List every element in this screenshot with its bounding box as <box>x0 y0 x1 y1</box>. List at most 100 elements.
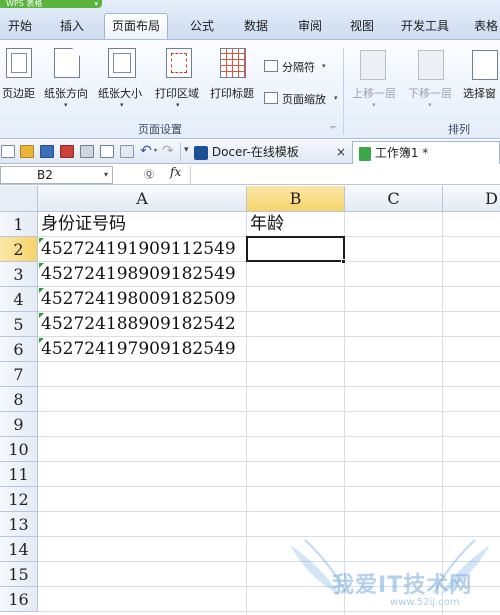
chevron-down-icon[interactable]: ▾ <box>64 101 68 109</box>
customize-toolbar-icon[interactable]: ▾ <box>184 145 189 155</box>
column-header-a[interactable]: A <box>38 186 247 212</box>
tab-table[interactable]: 表格 <box>470 14 500 38</box>
column-header-d[interactable]: D <box>443 186 500 212</box>
tab-developer[interactable]: 开发工具 <box>398 14 452 38</box>
cell-a4[interactable]: 452724198009182509 <box>41 287 236 312</box>
row-header[interactable]: 16 <box>0 587 38 612</box>
spreadsheet-window: WPS 表格 ▾ 开始 插入 页面布局 公式 数据 审阅 视图 开发工具 表格 … <box>0 0 500 615</box>
fill-handle[interactable] <box>341 259 346 264</box>
tab-view[interactable]: 视图 <box>346 14 378 38</box>
bring-forward-icon <box>360 50 386 80</box>
chevron-down-icon[interactable]: ▾ <box>334 94 338 102</box>
gridline <box>38 611 500 612</box>
select-all-corner[interactable] <box>0 186 38 212</box>
print-titles-button[interactable]: 打印标题 <box>210 85 254 101</box>
row-header[interactable]: 11 <box>0 462 38 487</box>
print-icon[interactable] <box>80 145 94 158</box>
page-scale-icon[interactable] <box>264 92 278 104</box>
doc-tab-docer-label: Docer-在线模板 <box>211 145 299 159</box>
tab-home[interactable]: 开始 <box>4 14 36 38</box>
paper-size-icon[interactable] <box>108 48 136 78</box>
chevron-down-icon[interactable]: ▾ <box>120 101 124 109</box>
format-painter-icon[interactable] <box>120 145 134 158</box>
cell-a3[interactable]: 452724198909182549 <box>41 262 236 287</box>
close-icon[interactable]: × <box>336 141 346 164</box>
quick-access-bar: ↶ ▾ ↷ ▾ Docer-在线模板 × 工作簿1 * <box>0 140 500 164</box>
cell-a6[interactable]: 452724197909182549 <box>41 337 236 362</box>
tab-review[interactable]: 审阅 <box>294 14 326 38</box>
docer-icon <box>194 145 208 160</box>
dialog-launcher-icon[interactable]: ⌐ <box>330 123 337 132</box>
doc-tab-docer[interactable]: Docer-在线模板 × <box>190 141 350 164</box>
chevron-down-icon: ▾ <box>94 0 98 8</box>
margins-button[interactable]: 页边距 <box>2 85 35 101</box>
export-pdf-icon[interactable] <box>60 145 74 158</box>
chevron-down-icon[interactable]: ▾ <box>176 101 180 109</box>
margins-icon[interactable] <box>6 48 32 78</box>
row-header[interactable]: 6 <box>0 337 38 362</box>
tab-page-layout[interactable]: 页面布局 <box>104 13 168 39</box>
column-header-c[interactable]: C <box>345 186 443 212</box>
cell-a5[interactable]: 452724188909182542 <box>41 312 236 337</box>
gridline <box>246 212 247 615</box>
open-folder-icon[interactable] <box>20 145 34 158</box>
doc-tab-workbook-label: 工作簿1 * <box>374 146 429 160</box>
cell-a2[interactable]: 452724191909112549 <box>41 237 236 262</box>
undo-icon[interactable]: ↶ <box>140 143 152 159</box>
row-header[interactable]: 8 <box>0 387 38 412</box>
orientation-button[interactable]: 纸张方向 <box>44 85 88 101</box>
row-header[interactable]: 5 <box>0 312 38 337</box>
save-icon[interactable] <box>40 145 54 158</box>
selection-pane-icon[interactable] <box>472 50 498 80</box>
chevron-down-icon[interactable]: ▾ <box>104 167 108 183</box>
row-header[interactable]: 13 <box>0 512 38 537</box>
name-box-value: B2 <box>37 168 53 182</box>
redo-icon: ↷ <box>162 143 174 159</box>
tab-insert[interactable]: 插入 <box>56 14 88 38</box>
gridline <box>344 212 345 615</box>
row-header[interactable]: 10 <box>0 437 38 462</box>
chevron-down-icon[interactable]: ▾ <box>322 62 326 70</box>
row-header[interactable]: 4 <box>0 287 38 312</box>
name-box[interactable]: B2 ▾ <box>0 166 113 184</box>
cell-b1[interactable]: 年龄 <box>250 212 284 237</box>
row-header[interactable]: 3 <box>0 262 38 287</box>
zoom-formula-icon[interactable]: Ⓠ <box>144 166 154 181</box>
gridline <box>38 561 500 562</box>
print-preview-icon[interactable] <box>100 145 114 158</box>
print-area-icon[interactable] <box>166 48 192 78</box>
new-file-icon[interactable] <box>1 145 15 158</box>
gridline <box>442 212 443 615</box>
app-menu-button[interactable]: WPS 表格 ▾ <box>0 0 102 8</box>
row-header[interactable]: 1 <box>0 212 38 237</box>
print-area-button[interactable]: 打印区域 <box>155 85 199 101</box>
chevron-down-icon: ▾ <box>428 101 432 109</box>
row-header[interactable]: 14 <box>0 537 38 562</box>
column-header-b[interactable]: B <box>247 186 345 212</box>
row-header[interactable]: 2 <box>0 237 38 262</box>
breaks-button[interactable]: 分隔符 <box>282 59 315 75</box>
send-backward-icon <box>418 50 444 80</box>
row-header[interactable]: 12 <box>0 487 38 512</box>
insert-function-icon[interactable]: fx <box>170 165 181 179</box>
row-header[interactable]: 9 <box>0 412 38 437</box>
paper-size-button[interactable]: 纸张大小 <box>98 85 142 101</box>
row-header[interactable]: 15 <box>0 562 38 587</box>
doc-tab-workbook[interactable]: 工作簿1 * <box>352 141 500 164</box>
cell-a1[interactable]: 身份证号码 <box>41 212 126 237</box>
gridline <box>38 386 500 387</box>
chevron-down-icon[interactable]: ▾ <box>154 147 157 154</box>
tab-formulas[interactable]: 公式 <box>186 14 218 38</box>
row-header[interactable]: 7 <box>0 362 38 387</box>
tab-data[interactable]: 数据 <box>240 14 272 38</box>
page-scale-button[interactable]: 页面缩放 <box>282 91 326 107</box>
gridline <box>38 486 500 487</box>
orientation-icon[interactable] <box>54 48 80 78</box>
formula-input[interactable] <box>190 166 500 184</box>
print-titles-icon[interactable] <box>220 48 246 78</box>
breaks-icon[interactable] <box>264 60 278 72</box>
selection-pane-button[interactable]: 选择窗 <box>463 85 496 101</box>
cell-grid[interactable]: 身份证号码 年龄 452724191909112549 452724198909… <box>38 212 500 615</box>
group-divider <box>343 48 344 134</box>
active-cell-b2[interactable] <box>246 236 345 262</box>
